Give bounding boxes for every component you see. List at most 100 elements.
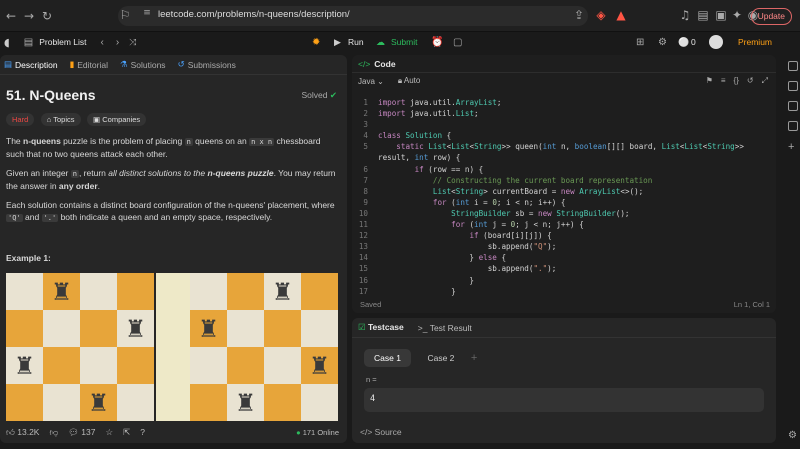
panel-icon[interactable] [788, 61, 798, 71]
tab-solutions[interactable]: ⚗ Solutions [120, 59, 166, 70]
lock-icon: ▣ [93, 115, 101, 124]
brave-shield-icon[interactable]: ◈ [592, 8, 610, 22]
add-panel-icon[interactable]: + [788, 141, 800, 153]
code-text: if (board[i][j]) { [469, 231, 552, 241]
comments-button[interactable]: 💬︎ 137 [68, 427, 95, 438]
layout-icon[interactable]: ⊞ [636, 37, 644, 48]
code-line[interactable]: 3 [352, 119, 776, 130]
code-line[interactable]: 9 for (int i = 0; i < n; i++) { [352, 197, 776, 208]
code-line[interactable]: 10 StringBuilder sb = new StringBuilder(… [352, 208, 776, 219]
debug-icon[interactable]: ✹ [312, 37, 320, 48]
chevron-down-icon: ⌄ [377, 76, 384, 86]
shuffle-icon[interactable]: ⤨ [129, 37, 136, 48]
run-button[interactable]: Run [348, 37, 364, 47]
board-cell [117, 347, 154, 384]
source-button[interactable]: </> Source [360, 427, 402, 437]
code-line[interactable]: 15 sb.append("."); [352, 263, 776, 274]
code-line[interactable]: 1 import java.util.ArrayList; [352, 97, 776, 108]
difficulty-badge: Hard [6, 113, 35, 126]
update-button[interactable]: Update [750, 8, 792, 25]
code-line[interactable]: 7 // Constructing the current board repr… [352, 175, 776, 186]
line-number: 15 [358, 264, 368, 274]
settings-icon[interactable]: ⚙ [658, 37, 667, 48]
checkbox-icon: ☑ [358, 322, 366, 332]
back-icon[interactable]: ← [2, 9, 20, 23]
like-button[interactable]: 👍︎ 13.2K [6, 427, 39, 438]
case-1-button[interactable]: Case 1 [364, 349, 411, 367]
url-text: leetcode.com/problems/n-queens/descripti… [158, 9, 350, 20]
dislike-button[interactable]: 👎︎ [49, 427, 58, 438]
submit-button[interactable]: Submit [391, 37, 417, 47]
tab-test-result[interactable]: >_ Test Result [418, 323, 472, 333]
tab-testcase[interactable]: ☑ Testcase [358, 322, 404, 333]
companies-button[interactable]: ▣ Companies [87, 113, 147, 126]
code-line[interactable]: 11 for (int j = 0; j < n; j++) { [352, 219, 776, 230]
board-cell [264, 310, 301, 347]
board-cell [190, 347, 227, 384]
topics-button[interactable]: ⌂ Topics [40, 113, 81, 126]
brave-rewards-icon[interactable]: ▲ [612, 8, 630, 22]
history-icon[interactable] [788, 101, 798, 111]
testcase-input[interactable]: 4 [364, 388, 764, 412]
problem-list-button[interactable]: Problem List [39, 37, 86, 47]
code-text: import java.util.ArrayList; [378, 98, 502, 107]
add-case-icon[interactable]: + [471, 352, 477, 364]
code-line[interactable]: 6 if (row == n) { [352, 164, 776, 175]
avatar[interactable] [709, 35, 723, 49]
notes-icon[interactable]: ▢ [453, 37, 462, 48]
tab-editorial[interactable]: ▮ Editorial [70, 59, 108, 70]
share-problem-icon[interactable]: ⇱ [123, 427, 130, 438]
reader-icon[interactable]: ▤ [694, 8, 712, 22]
settings-gear-icon[interactable]: ⚙ [788, 430, 797, 441]
favorite-icon[interactable]: ☆ [105, 427, 113, 438]
timer-icon[interactable]: ⏰ [431, 37, 443, 48]
check-icon: ✔ [329, 90, 337, 100]
prev-problem-icon[interactable]: ‹ [101, 37, 104, 48]
bookmark-icon[interactable]: ⚑ [706, 76, 713, 86]
code-line[interactable]: 4 class Solution { [352, 130, 776, 141]
code-line[interactable]: result, int row) { [352, 152, 776, 163]
notes-panel-icon[interactable] [788, 121, 798, 131]
brackets-icon[interactable]: {} [734, 76, 739, 86]
tab-description[interactable]: ▤ Description [4, 59, 58, 70]
reload-icon[interactable]: ↻ [38, 9, 56, 23]
code-line[interactable]: 12 if (board[i][j]) { [352, 230, 776, 241]
forward-icon[interactable]: → [20, 9, 38, 23]
premium-button[interactable]: Premium [738, 37, 772, 47]
code-editor[interactable]: 1 import java.util.ArrayList; 2 import java… [352, 97, 776, 297]
board-cell [43, 310, 80, 347]
leetcode-logo-icon[interactable]: ◖ [4, 36, 10, 49]
site-settings-icon[interactable]: ≡ [138, 8, 156, 18]
case-2-button[interactable]: Case 2 [417, 349, 464, 367]
board-cell: ♜ [227, 384, 264, 421]
code-line[interactable]: 8 List<String> currentBoard = new ArrayL… [352, 186, 776, 197]
line-number: 8 [363, 186, 368, 196]
format-icon[interactable]: ≡ [721, 76, 726, 86]
list-icon[interactable] [788, 81, 798, 91]
code-line[interactable]: 16 } [352, 275, 776, 286]
tab-submissions[interactable]: ↺ Submissions [178, 59, 236, 70]
help-icon[interactable]: ? [140, 427, 145, 437]
mode-select[interactable]: 🔒︎ Auto [398, 76, 421, 86]
code-line[interactable]: 2 import java.util.List; [352, 108, 776, 119]
code-line[interactable]: 14 } else { [352, 252, 776, 263]
share-icon[interactable]: ⇪ [570, 8, 588, 22]
reset-icon[interactable]: ↺ [747, 76, 754, 86]
line-number [352, 152, 378, 163]
code-line[interactable]: 13 sb.append("Q"); [352, 241, 776, 252]
queen-icon: ♜ [13, 351, 36, 380]
code-line[interactable]: 17 } [352, 286, 776, 297]
expand-icon[interactable]: ⤢ [762, 76, 768, 86]
next-problem-icon[interactable]: › [116, 37, 119, 48]
board-cell [117, 384, 154, 421]
code-line[interactable]: 5 static List<List<String>> queen(int n,… [352, 141, 776, 152]
problem-title[interactable]: 51. N-Queens [6, 87, 95, 103]
language-select[interactable]: Java ⌄ [358, 77, 384, 86]
code-text: if (row == n) { [414, 164, 484, 174]
line-number: 7 [363, 175, 368, 185]
board-cell [264, 384, 301, 421]
queen-icon: ♜ [124, 314, 147, 343]
music-icon[interactable]: ♫ [676, 8, 694, 22]
code-text: import java.util.List; [378, 109, 479, 119]
bookmark-icon[interactable]: ⚐ [116, 8, 134, 22]
